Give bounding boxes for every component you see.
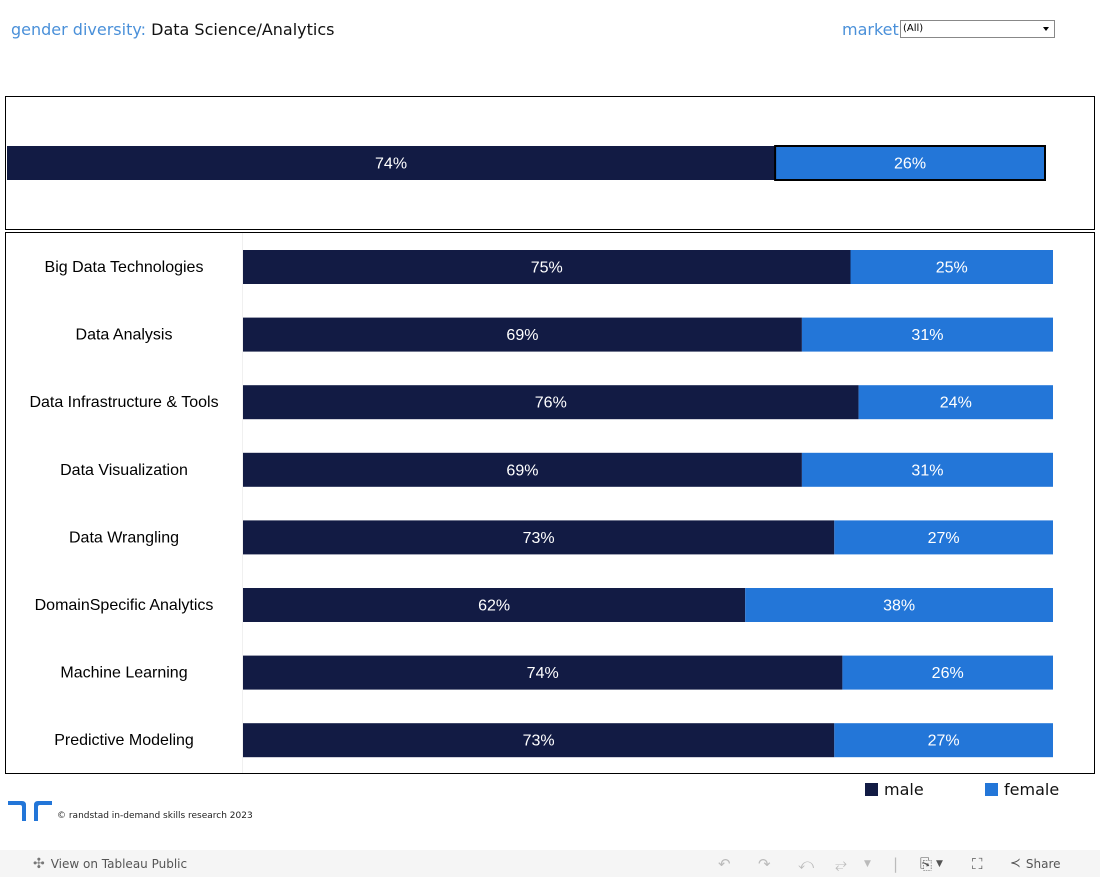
refresh-icon: ⥂ — [835, 854, 848, 873]
data-label-male: 69% — [506, 327, 538, 344]
skills-chart: Big Data Technologies 75% 25% Data Analysis… — [29, 233, 1053, 773]
data-label-male: 69% — [506, 462, 538, 479]
data-label-male: 76% — [535, 395, 567, 412]
refresh-dropdown[interactable]: ▼ — [864, 850, 871, 877]
chevron-down-icon — [1043, 27, 1049, 31]
data-label-male: 73% — [523, 530, 555, 547]
fullscreen-button[interactable]: ⛶ — [972, 850, 983, 877]
fullscreen-icon: ⛶ — [972, 854, 983, 873]
category-label: Big Data Technologies — [45, 259, 204, 276]
overall-chart-panel: 74% 26% — [5, 96, 1095, 230]
legend-label-male: male — [884, 780, 924, 799]
legend-swatch-female — [985, 783, 998, 796]
legend-item-female[interactable]: female — [985, 780, 1059, 799]
data-label-female: 24% — [940, 395, 972, 412]
revert-button[interactable]: ⤺ — [798, 850, 814, 877]
data-label-male: 74% — [375, 156, 407, 173]
legend-item-male[interactable]: male — [865, 780, 924, 799]
data-label-male: 62% — [478, 598, 510, 615]
data-label-male: 73% — [523, 733, 555, 750]
toolbar-divider: | — [893, 850, 898, 877]
caret-down-icon: ▼ — [864, 858, 871, 869]
dashboard-title: gender diversity: Data Science/Analytics — [11, 20, 335, 39]
legend-swatch-male — [865, 783, 878, 796]
category-label: Data Visualization — [60, 462, 188, 479]
data-label-female: 26% — [894, 156, 926, 173]
share-button[interactable]: ≺ Share — [1010, 850, 1061, 877]
divider-icon: | — [893, 854, 899, 873]
undo-icon: ↶ — [718, 854, 731, 873]
refresh-button[interactable]: ⥂ — [835, 850, 847, 877]
data-label-female: 26% — [932, 665, 964, 682]
category-label: Machine Learning — [60, 665, 187, 682]
market-filter-dropdown[interactable]: (All) — [900, 20, 1055, 38]
data-label-male: 74% — [527, 665, 559, 682]
view-on-tableau-label: View on Tableau Public — [50, 856, 188, 871]
data-label-female: 27% — [928, 530, 960, 547]
share-label: Share — [1025, 856, 1061, 871]
copyright-text: © randstad in-demand skills research 202… — [57, 811, 253, 821]
category-label: Data Wrangling — [69, 529, 179, 546]
market-filter-label: market — [842, 20, 899, 39]
market-filter-value: (All) — [903, 23, 924, 34]
download-icon: ⎘ — [920, 854, 933, 873]
data-label-male: 75% — [531, 260, 563, 277]
data-label-female: 25% — [936, 260, 968, 277]
tableau-toolbar: ✣ View on Tableau Public ↶ ↷ ⤺ ⥂ ▼ | ⎘ ▼… — [0, 850, 1100, 877]
category-label: Predictive Modeling — [54, 732, 194, 749]
redo-button[interactable]: ↷ — [758, 850, 771, 877]
legend-label-female: female — [1004, 780, 1060, 799]
overall-chart: 74% 26% — [7, 145, 1046, 181]
revert-icon: ⤺ — [798, 854, 815, 873]
category-label: DomainSpecific Analytics — [35, 597, 214, 614]
title-main: Data Science/Analytics — [151, 20, 335, 39]
data-label-female: 27% — [928, 733, 960, 750]
category-label: Data Infrastructure & Tools — [29, 394, 218, 411]
download-button[interactable]: ⎘ ▼ — [920, 850, 943, 877]
share-icon: ≺ — [1010, 856, 1021, 871]
randstad-logo-icon — [8, 801, 52, 825]
category-label: Data Analysis — [76, 327, 173, 344]
skills-chart-panel: Big Data Technologies 75% 25% Data Analysis… — [5, 232, 1095, 774]
title-lead: gender diversity: — [11, 20, 147, 39]
data-label-female: 31% — [911, 462, 943, 479]
undo-button[interactable]: ↶ — [718, 850, 731, 877]
data-label-female: 38% — [883, 598, 915, 615]
redo-icon: ↷ — [758, 854, 771, 873]
view-on-tableau-public-link[interactable]: ✣ View on Tableau Public — [33, 850, 187, 877]
tableau-logo-icon: ✣ — [33, 855, 45, 872]
data-label-female: 31% — [911, 327, 943, 344]
caret-down-icon: ▼ — [936, 858, 943, 869]
